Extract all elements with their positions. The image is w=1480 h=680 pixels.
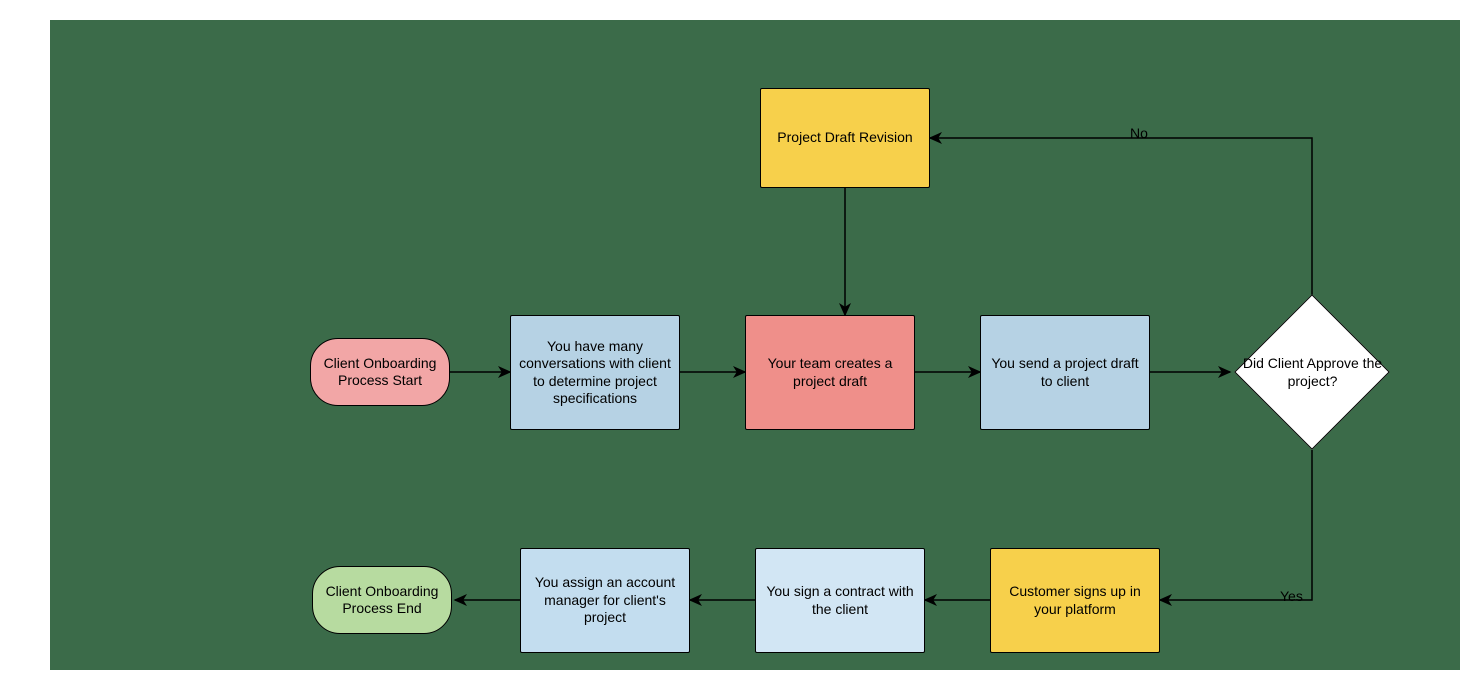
node-start-label: Client Onboarding Process Start [317,355,443,390]
node-revision[interactable]: Project Draft Revision [760,88,930,188]
edge-label-yes: Yes [1280,588,1303,604]
node-contract[interactable]: You sign a contract with the client [755,548,925,653]
node-create-draft-label: Your team creates a project draft [752,355,908,390]
node-end-label: Client Onboarding Process End [319,583,445,618]
edge-label-no: No [1130,125,1148,141]
node-send-draft-label: You send a project draft to client [987,355,1143,390]
node-conversations-label: You have many conversations with client … [517,338,673,408]
node-end[interactable]: Client Onboarding Process End [312,566,452,634]
node-revision-label: Project Draft Revision [777,129,912,147]
node-signup[interactable]: Customer signs up in your platform [990,548,1160,653]
node-contract-label: You sign a contract with the client [762,583,918,618]
node-assign-manager-label: You assign an account manager for client… [527,574,683,627]
node-assign-manager[interactable]: You assign an account manager for client… [520,548,690,653]
node-decision[interactable] [1234,294,1390,450]
node-signup-label: Customer signs up in your platform [997,583,1153,618]
node-send-draft[interactable]: You send a project draft to client [980,315,1150,430]
node-conversations[interactable]: You have many conversations with client … [510,315,680,430]
flowchart-canvas: Project Draft Revision Client Onboarding… [50,20,1460,670]
node-create-draft[interactable]: Your team creates a project draft [745,315,915,430]
node-start[interactable]: Client Onboarding Process Start [310,338,450,406]
